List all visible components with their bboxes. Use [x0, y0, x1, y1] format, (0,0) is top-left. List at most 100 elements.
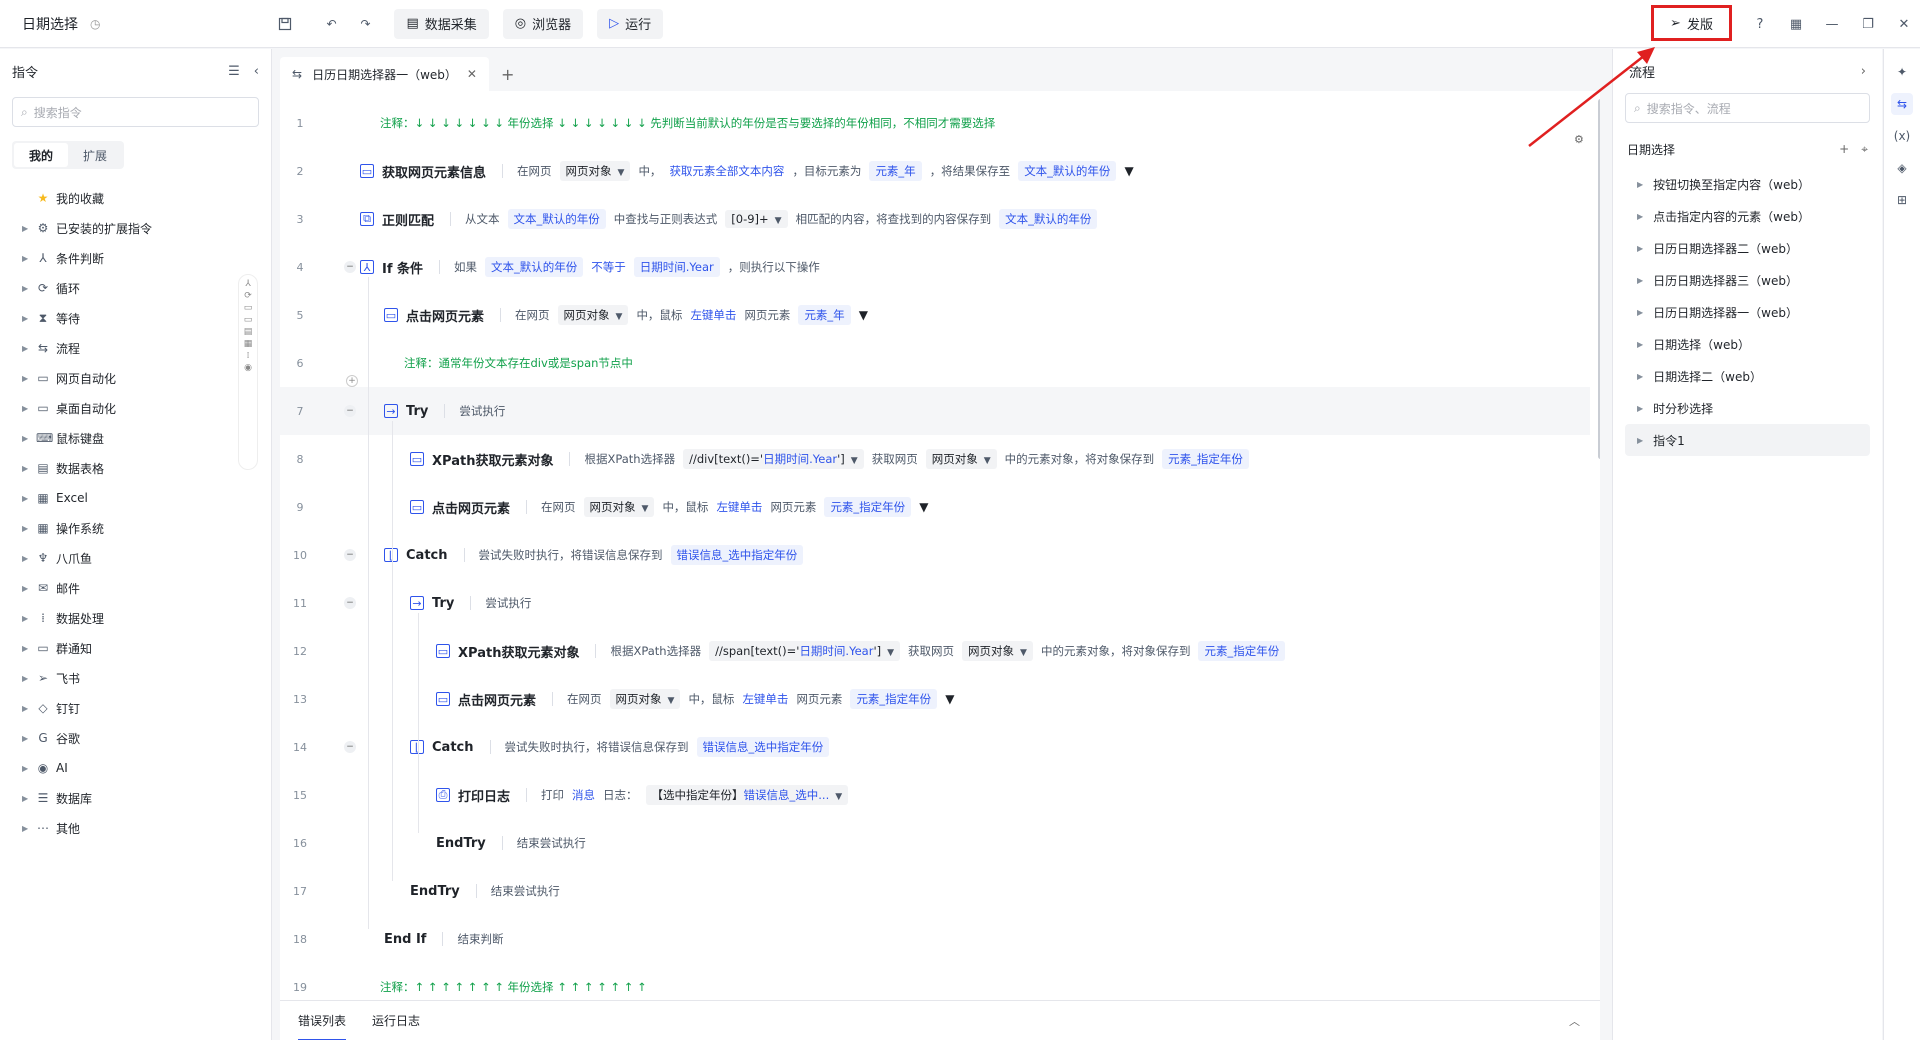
- variable-chip[interactable]: 文本_默认的年份: [485, 257, 584, 277]
- category-item[interactable]: ▶ ◉ AI: [0, 753, 271, 783]
- code-line[interactable]: 16 EndTry 结束尝试执行: [280, 819, 1590, 867]
- chevron-down-icon[interactable]: ▼: [835, 792, 842, 802]
- chevron-right-icon[interactable]: ▶: [1637, 340, 1643, 349]
- loop-icon[interactable]: ⟳: [244, 291, 252, 301]
- chevron-right-icon[interactable]: ▶: [1637, 372, 1643, 381]
- code-line[interactable]: 12 ▭ XPath获取元素对象 根据XPath选择器 //span[text()='日…: [280, 627, 1590, 675]
- minimize-icon[interactable]: —: [1820, 12, 1844, 36]
- category-item[interactable]: ★ 我的收藏: [0, 183, 271, 213]
- statement[interactable]: ▭ 点击网页元素 在网页 网页对象 ▼ 中，鼠标 左键单击 网页元素 元素_指定年份 ▼: [410, 497, 928, 517]
- statement[interactable]: ▭ 获取网页元素信息 在网页 网页对象 ▼ 中， 获取元素全部文本内容 ，目标元素为 元素_年 ，…: [360, 161, 1134, 181]
- flow-item[interactable]: ▶ 日期选择（web）: [1625, 328, 1870, 360]
- close-icon[interactable]: ✕: [1892, 12, 1916, 36]
- chevron-right-icon[interactable]: ▶: [22, 554, 30, 563]
- tab-run-log[interactable]: 运行日志: [372, 1001, 420, 1040]
- chevron-right-icon[interactable]: ▶: [1637, 180, 1643, 189]
- option-link[interactable]: 不等于: [591, 259, 626, 275]
- option-link[interactable]: 左键单击: [716, 499, 762, 515]
- variable-chip[interactable]: 日期时间.Year: [633, 257, 720, 277]
- category-item[interactable]: ▶ ⟳ 循环: [0, 273, 271, 303]
- code-line[interactable]: 17 EndTry 结束尝试执行: [280, 867, 1590, 915]
- statement[interactable]: 注释：↓ ↓ ↓ ↓ ↓ ↓ ↓ 年份选择 ↓ ↓ ↓ ↓ ↓ ↓ ↓ 先判断当…: [380, 115, 995, 131]
- command-search[interactable]: ⌕ 搜索指令: [12, 97, 259, 127]
- category-item[interactable]: ▶ ▦ Excel: [0, 483, 271, 513]
- code-line[interactable]: 8 ▭ XPath获取元素对象 根据XPath选择器 //div[text()='日期时…: [280, 435, 1590, 483]
- statement[interactable]: End If 结束判断: [384, 931, 503, 947]
- statement[interactable]: → Try 尝试执行: [410, 595, 531, 611]
- statement[interactable]: ▭ 点击网页元素 在网页 网页对象 ▼ 中，鼠标 左键单击 网页元素 元素_年 ▼: [384, 305, 868, 325]
- chevron-right-icon[interactable]: ▶: [22, 614, 30, 623]
- statement[interactable]: EndTry 结束尝试执行: [410, 883, 560, 899]
- category-item[interactable]: ▶ ⅄ 条件判断: [0, 243, 271, 273]
- flow-item[interactable]: ▶ 时分秒选择: [1625, 392, 1870, 424]
- chevron-down-icon[interactable]: ▼: [945, 692, 954, 706]
- option-link[interactable]: 消息: [572, 787, 595, 803]
- flow-item[interactable]: ▶ 日历日期选择器三（web）: [1625, 264, 1870, 296]
- flow-search-input[interactable]: 搜索指令、流程: [1647, 100, 1731, 117]
- chevron-right-icon[interactable]: ▶: [22, 434, 30, 443]
- tab-error-list[interactable]: 错误列表: [298, 1001, 347, 1040]
- select-dropdown[interactable]: 网页对象 ▼: [557, 305, 629, 325]
- category-item[interactable]: ▶ ⌨ 鼠标键盘: [0, 423, 271, 453]
- category-item[interactable]: ▶ ▦ 操作系统: [0, 513, 271, 543]
- statement[interactable]: ⅄ If 条件 如果 文本_默认的年份 不等于 日期时间.Year ，则执行以下操作: [360, 257, 820, 277]
- collapse-right-icon[interactable]: ›: [1861, 64, 1866, 79]
- category-item[interactable]: ▶ ⁞ 数据处理: [0, 603, 271, 633]
- code-line[interactable]: 4 − ⅄ If 条件 如果 文本_默认的年份 不等于 日期时间.Year ，则执行以下操作: [280, 243, 1590, 291]
- chevron-down-icon[interactable]: ▼: [775, 216, 782, 226]
- chevron-right-icon[interactable]: ▶: [22, 374, 30, 383]
- browser-button[interactable]: ◎ 浏览器: [502, 8, 584, 39]
- add-flow-icon[interactable]: +: [1839, 142, 1849, 157]
- log-message-box[interactable]: 【选中指定年份】错误信息_选中... ▼: [645, 785, 849, 805]
- data-collect-button[interactable]: ▤ 数据采集: [394, 8, 489, 39]
- chevron-right-icon[interactable]: ▶: [22, 494, 30, 503]
- statement[interactable]: ⧉ 正则匹配 从文本 文本_默认的年份 中查找与正则表达式 [0-9]+ ▼ 相匹配的内容，将…: [360, 209, 1098, 229]
- chevron-down-icon[interactable]: ▼: [668, 696, 675, 706]
- chevron-right-icon[interactable]: ▶: [1637, 212, 1643, 221]
- chevron-right-icon[interactable]: ▶: [22, 314, 30, 323]
- statement[interactable]: ⌊ Catch 尝试失败时执行，将错误信息保存到 错误信息_选中指定年份: [410, 737, 830, 757]
- variable-chip[interactable]: 元素_指定年份: [1162, 449, 1249, 469]
- sort-icon[interactable]: ☰: [228, 64, 240, 79]
- chevron-down-icon[interactable]: ▼: [1124, 164, 1133, 178]
- statement[interactable]: ⎙ 打印日志 打印 消息 日志： 【选中指定年份】错误信息_选中... ▼: [436, 785, 849, 805]
- statement[interactable]: → Try 尝试执行: [384, 403, 505, 419]
- chevron-down-icon[interactable]: ▼: [919, 500, 928, 514]
- category-item[interactable]: ▶ ➢ 飞书: [0, 663, 271, 693]
- statement[interactable]: ▭ XPath获取元素对象 根据XPath选择器 //div[text()='日期时间…: [410, 449, 1249, 469]
- category-item[interactable]: ▶ ▤ 数据表格: [0, 453, 271, 483]
- category-item[interactable]: ▶ ▭ 群通知: [0, 633, 271, 663]
- flow-item[interactable]: ▶ 指令1: [1625, 424, 1870, 456]
- select-dropdown[interactable]: 网页对象 ▼: [962, 641, 1033, 661]
- expand-panel-icon[interactable]: ︿: [1569, 1013, 1580, 1029]
- os-icon[interactable]: ▦: [244, 339, 253, 349]
- widgets-icon[interactable]: ⊞: [1891, 189, 1913, 211]
- chevron-right-icon[interactable]: ▶: [22, 254, 30, 263]
- xpath-selector[interactable]: //div[text()='日期时间.Year'] ▼: [683, 449, 864, 469]
- chevron-down-icon[interactable]: ▼: [642, 504, 649, 514]
- code-line[interactable]: 18 End If 结束判断: [280, 915, 1590, 963]
- category-item[interactable]: ▶ ⇆ 流程: [0, 333, 271, 363]
- select-dropdown[interactable]: 网页对象 ▼: [583, 497, 655, 517]
- statement[interactable]: ▭ XPath获取元素对象 根据XPath选择器 //span[text()='日期时…: [436, 641, 1286, 661]
- data-icon[interactable]: ⁞: [247, 351, 250, 361]
- variable-chip[interactable]: 元素_年: [869, 161, 922, 181]
- flow-item[interactable]: ▶ 日历日期选择器一（web）: [1625, 296, 1870, 328]
- code-line[interactable]: 2 ▭ 获取网页元素信息 在网页 网页对象 ▼ 中， 获取元素全部文本内容 ，目标元素为 元素_年…: [280, 147, 1590, 195]
- desktop-icon[interactable]: ▭: [244, 315, 253, 325]
- statement[interactable]: ⌊ Catch 尝试失败时执行，将错误信息保存到 错误信息_选中指定年份: [384, 545, 804, 565]
- statement[interactable]: 注释：通常年份文本存在div或是span节点中: [404, 355, 633, 371]
- flow-item[interactable]: ▶ 日期选择二（web）: [1625, 360, 1870, 392]
- code-line[interactable]: 9 ▭ 点击网页元素 在网页 网页对象 ▼ 中，鼠标 左键单击 网页元素 元素_指定年份 ▼: [280, 483, 1590, 531]
- code-line[interactable]: 5 ▭ 点击网页元素 在网页 网页对象 ▼ 中，鼠标 左键单击 网页元素 元素_年 ▼: [280, 291, 1590, 339]
- settings-edit-icon[interactable]: ⚙: [1574, 133, 1584, 146]
- variable-chip[interactable]: 元素_年: [798, 305, 851, 325]
- fold-toggle-icon[interactable]: −: [344, 549, 356, 561]
- chevron-right-icon[interactable]: ▶: [22, 644, 30, 653]
- chevron-down-icon[interactable]: ▼: [616, 312, 623, 322]
- chevron-right-icon[interactable]: ▶: [22, 704, 30, 713]
- chevron-right-icon[interactable]: ▶: [22, 764, 30, 773]
- chevron-right-icon[interactable]: ▶: [22, 524, 30, 533]
- fold-toggle-icon[interactable]: −: [344, 597, 356, 609]
- undo-icon[interactable]: ↶: [316, 9, 346, 39]
